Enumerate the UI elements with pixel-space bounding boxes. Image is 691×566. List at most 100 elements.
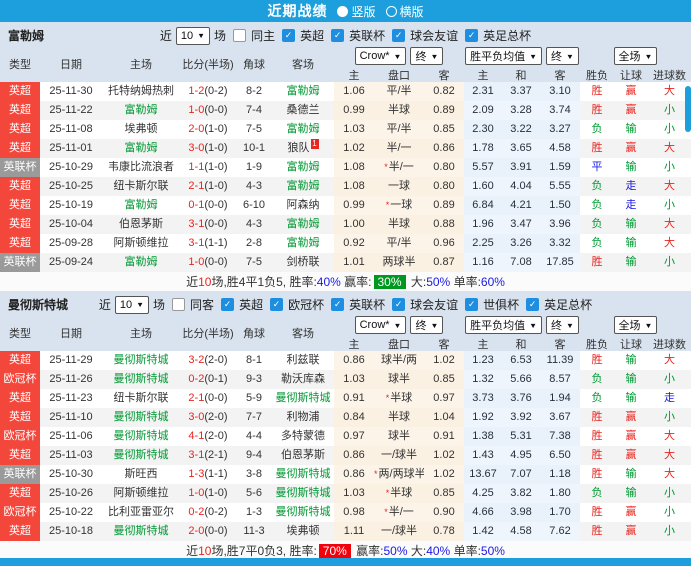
summary-text: 40% <box>316 274 341 289</box>
match-rows: 英超 25-11-30 托特纳姆热刺 1-2(0-2) 8-2 富勒姆 1.06 平/半 0.8… <box>0 82 691 272</box>
league-filter-label: 欧冠杯 <box>288 298 325 312</box>
away-team[interactable]: 利物浦 <box>272 408 334 427</box>
league-badge: 英联杯 <box>0 465 40 484</box>
avg-win: 3.73 <box>464 389 502 408</box>
league-checkbox[interactable]: ✓ <box>270 298 284 311</box>
away-team[interactable]: 曼彻斯特城 <box>272 503 334 522</box>
recent-count-select[interactable]: 10 ▼ <box>114 295 150 314</box>
chevron-down-icon: ▼ <box>393 320 402 330</box>
home-team[interactable]: 曼彻斯特城 <box>102 446 180 465</box>
away-team[interactable]: 富勒姆 <box>272 234 334 253</box>
same-venue-checkbox[interactable] <box>172 298 186 311</box>
result-handicap: 赢 <box>625 506 637 518</box>
away-team[interactable]: 富勒姆 <box>272 82 334 101</box>
scope-select[interactable]: 全场 ▼ <box>613 316 658 334</box>
home-team[interactable]: 曼彻斯特城 <box>102 427 180 446</box>
away-team[interactable]: 狼队 1 <box>272 139 334 158</box>
layout-radio-option[interactable]: 横版 <box>385 3 424 20</box>
team-name[interactable]: 富勒姆 <box>8 27 44 44</box>
away-team[interactable]: 勒沃库森 <box>272 370 334 389</box>
match-row: 英超 25-11-01 富勒姆 3-0(1-0) 10-1 狼队 1 1.02 半/一 0.86 1… <box>0 139 691 158</box>
league-filter-label: 英超 <box>239 298 264 312</box>
recent-count-select[interactable]: 10 ▼ <box>175 26 211 45</box>
home-team[interactable]: 曼彻斯特城 <box>102 370 180 389</box>
away-team[interactable]: 曼彻斯特城 <box>272 484 334 503</box>
league-badge: 英超 <box>0 408 40 427</box>
home-team[interactable]: 阿斯顿维拉 <box>102 484 180 503</box>
odds-company-select[interactable]: Crow* ▼ <box>354 316 407 334</box>
away-team[interactable]: 曼彻斯特城 <box>272 465 334 484</box>
away-team[interactable]: 剑桥联 <box>272 253 334 272</box>
result-handicap: 走 <box>625 199 637 211</box>
home-team[interactable]: 纽卡斯尔联 <box>102 177 180 196</box>
away-team[interactable]: 阿森纳 <box>272 196 334 215</box>
home-team[interactable]: 斯旺西 <box>102 465 180 484</box>
avg-header-select-value: 胜平负均值 <box>470 51 526 63</box>
away-team[interactable]: 曼彻斯特城 <box>272 389 334 408</box>
home-team[interactable]: 曼彻斯特城 <box>102 408 180 427</box>
home-team[interactable]: 埃弗顿 <box>102 120 180 139</box>
avg-header-select[interactable]: 胜平负均值 ▼ <box>465 47 542 65</box>
home-team[interactable]: 韦康比流浪者 <box>102 158 180 177</box>
match-row: 英超 25-11-08 埃弗顿 2-0(1-0) 7-5 富勒姆 1.03 平/半 0.85 2.… <box>0 120 691 139</box>
league-checkbox[interactable]: ✓ <box>331 298 345 311</box>
league-badge: 英超 <box>0 139 40 158</box>
home-team[interactable]: 富勒姆 <box>102 101 180 120</box>
avg-draw: 3.28 <box>502 101 540 120</box>
home-team[interactable]: 纽卡斯尔联 <box>102 389 180 408</box>
league-checkbox[interactable]: ✓ <box>282 29 296 42</box>
scope-select[interactable]: 全场 ▼ <box>613 47 658 65</box>
home-team[interactable]: 富勒姆 <box>102 139 180 158</box>
odds-final-select[interactable]: 终 ▼ <box>410 47 444 65</box>
away-team[interactable]: 多特蒙德 <box>272 427 334 446</box>
handicap: *半/一 <box>374 503 424 522</box>
avg-final-select[interactable]: 终 ▼ <box>546 47 579 65</box>
league-filter-label: 英超 <box>300 29 325 43</box>
avg-header-select[interactable]: 胜平负均值 ▼ <box>465 316 542 334</box>
scope-select-value: 全场 <box>618 320 641 332</box>
league-checkbox[interactable]: ✓ <box>526 298 540 311</box>
home-team[interactable]: 曼彻斯特城 <box>102 522 180 541</box>
score-cell: 3-1(0-0) <box>180 215 236 234</box>
home-team[interactable]: 比利亚雷亚尔 <box>102 503 180 522</box>
away-team[interactable]: 富勒姆 <box>272 215 334 234</box>
corners: 1-9 <box>246 161 262 173</box>
away-team[interactable]: 埃弗顿 <box>272 522 334 541</box>
league-checkbox[interactable]: ✓ <box>392 29 406 42</box>
away-team[interactable]: 伯恩茅斯 <box>272 446 334 465</box>
away-team[interactable]: 利兹联 <box>272 351 334 370</box>
column-subheader: 主 <box>348 338 360 351</box>
away-team[interactable]: 富勒姆 <box>272 120 334 139</box>
result-goals: 大 <box>648 139 691 158</box>
odds-company-select[interactable]: Crow* ▼ <box>354 47 407 65</box>
column-subheader: 让球 <box>620 338 642 351</box>
odds-home: 0.98 <box>334 503 374 522</box>
avg-lose: 3.96 <box>540 215 580 234</box>
league-checkbox[interactable]: ✓ <box>465 29 479 42</box>
avg-lose: 3.10 <box>540 82 580 101</box>
same-venue-checkbox[interactable] <box>233 29 247 42</box>
avg-final-select[interactable]: 终 ▼ <box>546 316 579 334</box>
home-team[interactable]: 托特纳姆热刺 <box>102 82 180 101</box>
away-team[interactable]: 桑德兰 <box>272 101 334 120</box>
home-team[interactable]: 曼彻斯特城 <box>102 351 180 370</box>
league-checkbox[interactable]: ✓ <box>331 29 345 42</box>
vertical-scrollbar-thumb[interactable] <box>685 86 691 132</box>
halftime-score: (0-1) <box>204 373 228 385</box>
avg-win: 1.43 <box>464 446 502 465</box>
away-team[interactable]: 富勒姆 <box>272 158 334 177</box>
result-handicap: 输 <box>625 237 637 249</box>
layout-radio-selected[interactable]: 竖版 <box>337 3 376 20</box>
fulltime-score: 4-1 <box>188 430 205 442</box>
horizontal-scrollbar[interactable] <box>0 558 691 566</box>
league-checkbox[interactable]: ✓ <box>465 298 479 311</box>
home-team[interactable]: 富勒姆 <box>102 253 180 272</box>
league-checkbox[interactable]: ✓ <box>221 298 235 311</box>
team-name[interactable]: 曼彻斯特城 <box>8 296 68 313</box>
home-team[interactable]: 阿斯顿维拉 <box>102 234 180 253</box>
home-team[interactable]: 伯恩茅斯 <box>102 215 180 234</box>
away-team[interactable]: 富勒姆 <box>272 177 334 196</box>
odds-final-select[interactable]: 终 ▼ <box>410 316 444 334</box>
league-checkbox[interactable]: ✓ <box>392 298 406 311</box>
home-team[interactable]: 富勒姆 <box>102 196 180 215</box>
